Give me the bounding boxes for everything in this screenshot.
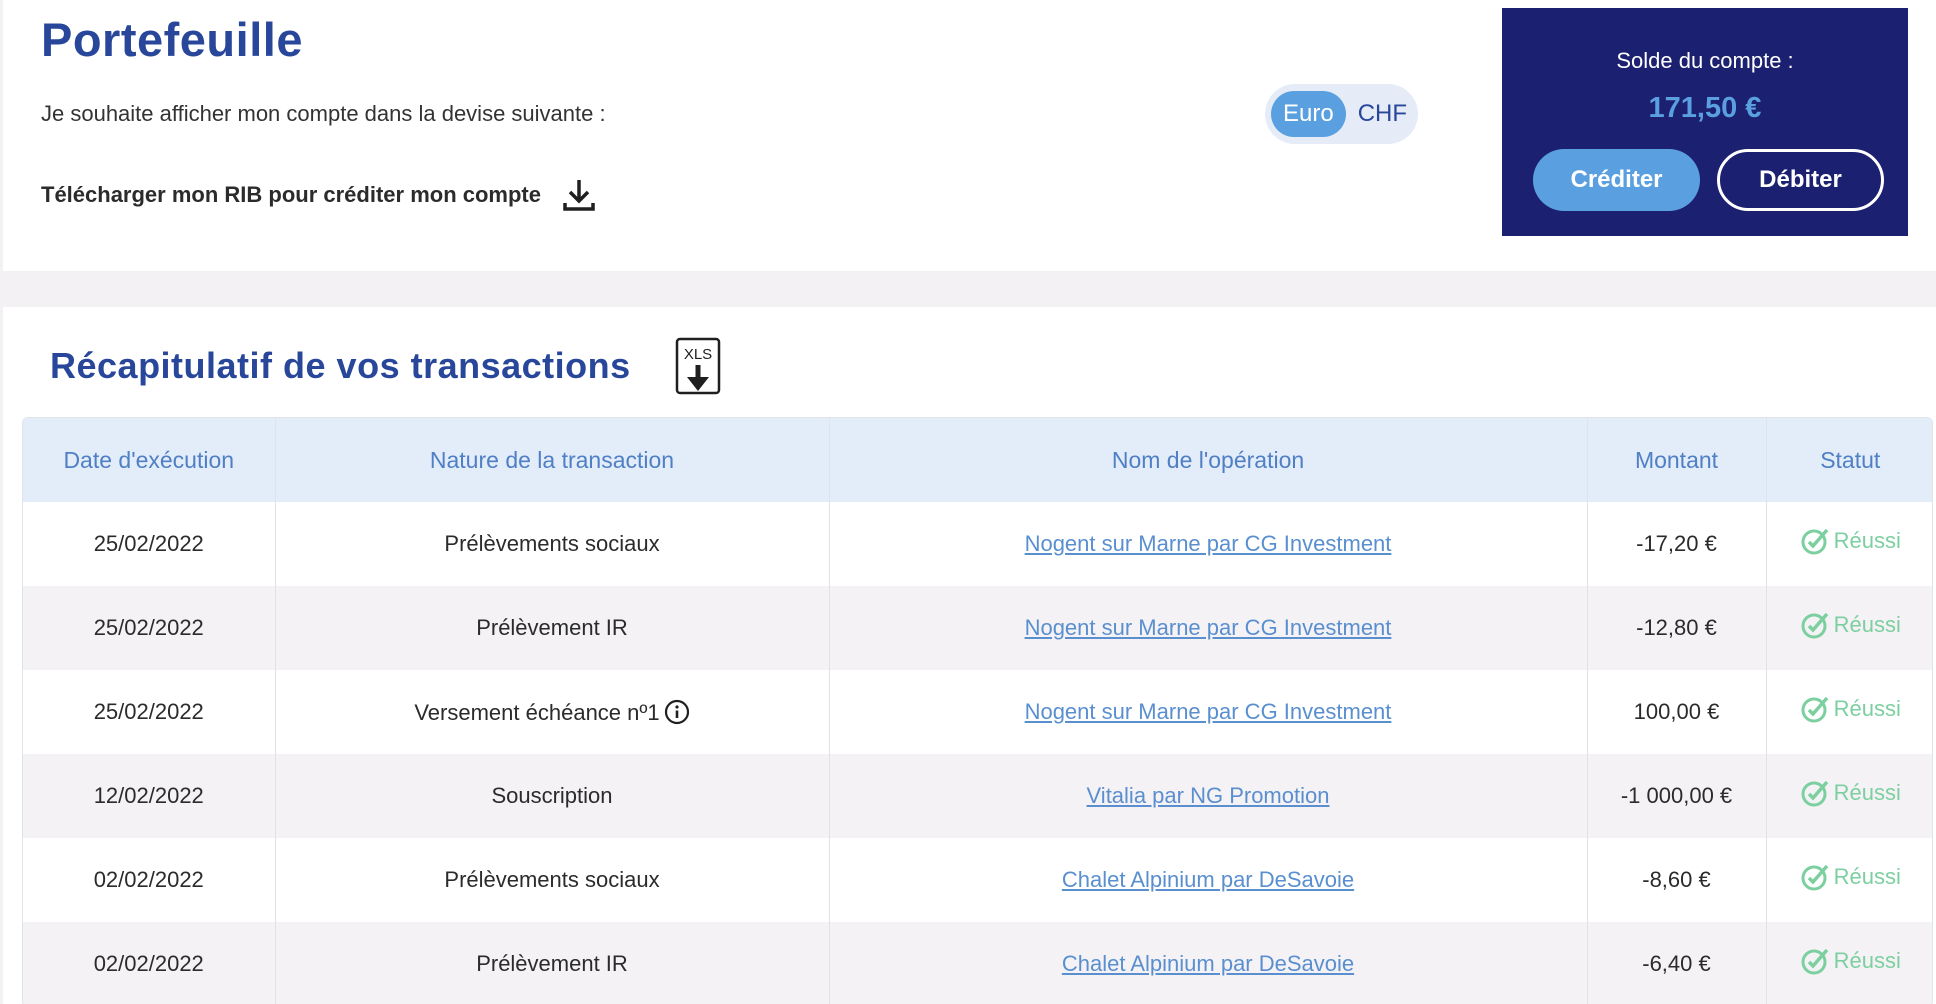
- check-circle-icon: [1801, 696, 1828, 723]
- status-badge: Réussi: [1800, 778, 1901, 808]
- table-row: 25/02/2022 Versement échéance nº1 Nogent…: [23, 670, 1932, 754]
- operation-link[interactable]: Nogent sur Marne par CG Investment: [1025, 699, 1392, 724]
- cell-amount: -12,80 €: [1587, 586, 1767, 670]
- download-rib-link[interactable]: Télécharger mon RIB pour créditer mon co…: [41, 178, 595, 212]
- column-header-operation[interactable]: Nom de l'opération: [829, 418, 1588, 502]
- cell-amount: -17,20 €: [1587, 502, 1767, 586]
- cell-nature: Versement échéance nº1: [275, 670, 830, 754]
- xls-export-label: XLS: [684, 346, 712, 363]
- table-row: 02/02/2022 Prélèvements sociaux Chalet A…: [23, 838, 1932, 922]
- cell-operation: Nogent sur Marne par CG Investment: [829, 586, 1588, 670]
- balance-value: 171,50 €: [1648, 92, 1762, 124]
- status-badge: Réussi: [1800, 946, 1901, 976]
- status-badge: Réussi: [1800, 610, 1901, 640]
- currency-option-chf[interactable]: CHF: [1346, 91, 1419, 137]
- info-icon[interactable]: [664, 699, 690, 725]
- download-icon: [563, 180, 595, 211]
- cell-nature: Souscription: [275, 754, 830, 838]
- cell-date: 02/02/2022: [23, 922, 276, 1004]
- balance-card: Solde du compte : 171,50 € Créditer Débi…: [1502, 8, 1908, 236]
- page-title: Portefeuille: [41, 13, 303, 66]
- column-header-status[interactable]: Statut: [1766, 418, 1932, 502]
- download-rib-label: Télécharger mon RIB pour créditer mon co…: [41, 182, 541, 207]
- check-circle-icon: [1801, 528, 1828, 555]
- cell-status: Réussi: [1766, 754, 1932, 838]
- cell-status: Réussi: [1766, 502, 1932, 586]
- operation-link[interactable]: Chalet Alpinium par DeSavoie: [1062, 867, 1354, 892]
- transactions-panel: Récapitulatif de vos transactions XLS Da…: [3, 307, 1936, 1004]
- cell-status: Réussi: [1766, 922, 1932, 1004]
- check-circle-icon: [1801, 948, 1828, 975]
- table-row: 25/02/2022 Prélèvements sociaux Nogent s…: [23, 502, 1932, 586]
- operation-link[interactable]: Nogent sur Marne par CG Investment: [1025, 531, 1392, 556]
- column-header-date[interactable]: Date d'exécution: [23, 418, 276, 502]
- table-row: 02/02/2022 Prélèvement IR Chalet Alpiniu…: [23, 922, 1932, 1004]
- status-label: Réussi: [1833, 948, 1901, 973]
- cell-date: 25/02/2022: [23, 586, 276, 670]
- nature-label: Versement échéance nº1: [414, 699, 660, 725]
- cell-date: 02/02/2022: [23, 838, 276, 922]
- operation-link[interactable]: Chalet Alpinium par DeSavoie: [1062, 951, 1354, 976]
- debit-button[interactable]: Débiter: [1717, 149, 1884, 211]
- check-circle-icon: [1801, 780, 1828, 807]
- currency-toggle[interactable]: Euro CHF: [1265, 84, 1418, 144]
- balance-label: Solde du compte :: [1616, 48, 1794, 73]
- status-badge: Réussi: [1800, 526, 1901, 556]
- status-label: Réussi: [1833, 528, 1901, 553]
- cell-operation: Nogent sur Marne par CG Investment: [829, 670, 1588, 754]
- table-row: 25/02/2022 Prélèvement IR Nogent sur Mar…: [23, 586, 1932, 670]
- status-label: Réussi: [1833, 780, 1901, 805]
- transactions-table: Date d'exécution Nature de la transactio…: [22, 417, 1933, 1004]
- operation-link[interactable]: Nogent sur Marne par CG Investment: [1025, 615, 1392, 640]
- status-label: Réussi: [1833, 864, 1901, 889]
- transactions-title: Récapitulatif de vos transactions: [50, 345, 631, 386]
- operation-link[interactable]: Vitalia par NG Promotion: [1087, 783, 1330, 808]
- status-label: Réussi: [1833, 696, 1901, 721]
- cell-operation: Chalet Alpinium par DeSavoie: [829, 838, 1588, 922]
- portfolio-header-panel: Portefeuille Je souhaite afficher mon co…: [3, 0, 1936, 271]
- cell-status: Réussi: [1766, 586, 1932, 670]
- table-header-row: Date d'exécution Nature de la transactio…: [23, 418, 1932, 502]
- check-circle-icon: [1801, 612, 1828, 639]
- status-badge: Réussi: [1800, 862, 1901, 892]
- cell-operation: Nogent sur Marne par CG Investment: [829, 502, 1588, 586]
- cell-date: 25/02/2022: [23, 670, 276, 754]
- cell-date: 12/02/2022: [23, 754, 276, 838]
- credit-button[interactable]: Créditer: [1533, 149, 1700, 211]
- currency-label: Je souhaite afficher mon compte dans la …: [41, 101, 606, 126]
- column-header-nature[interactable]: Nature de la transaction: [275, 418, 830, 502]
- cell-operation: Chalet Alpinium par DeSavoie: [829, 922, 1588, 1004]
- xls-export-icon[interactable]: XLS: [675, 337, 721, 397]
- cell-amount: 100,00 €: [1587, 670, 1767, 754]
- cell-amount: -6,40 €: [1587, 922, 1767, 1004]
- table-row: 12/02/2022 Souscription Vitalia par NG P…: [23, 754, 1932, 838]
- cell-status: Réussi: [1766, 838, 1932, 922]
- cell-nature: Prélèvement IR: [275, 922, 830, 1004]
- cell-amount: -1 000,00 €: [1587, 754, 1767, 838]
- check-circle-icon: [1801, 864, 1828, 891]
- cell-nature: Prélèvements sociaux: [275, 502, 830, 586]
- column-header-amount[interactable]: Montant: [1587, 418, 1767, 502]
- cell-status: Réussi: [1766, 670, 1932, 754]
- cell-nature: Prélèvement IR: [275, 586, 830, 670]
- cell-operation: Vitalia par NG Promotion: [829, 754, 1588, 838]
- cell-nature: Prélèvements sociaux: [275, 838, 830, 922]
- currency-option-euro[interactable]: Euro: [1271, 91, 1346, 137]
- cell-date: 25/02/2022: [23, 502, 276, 586]
- cell-amount: -8,60 €: [1587, 838, 1767, 922]
- status-badge: Réussi: [1800, 694, 1901, 724]
- status-label: Réussi: [1833, 612, 1901, 637]
